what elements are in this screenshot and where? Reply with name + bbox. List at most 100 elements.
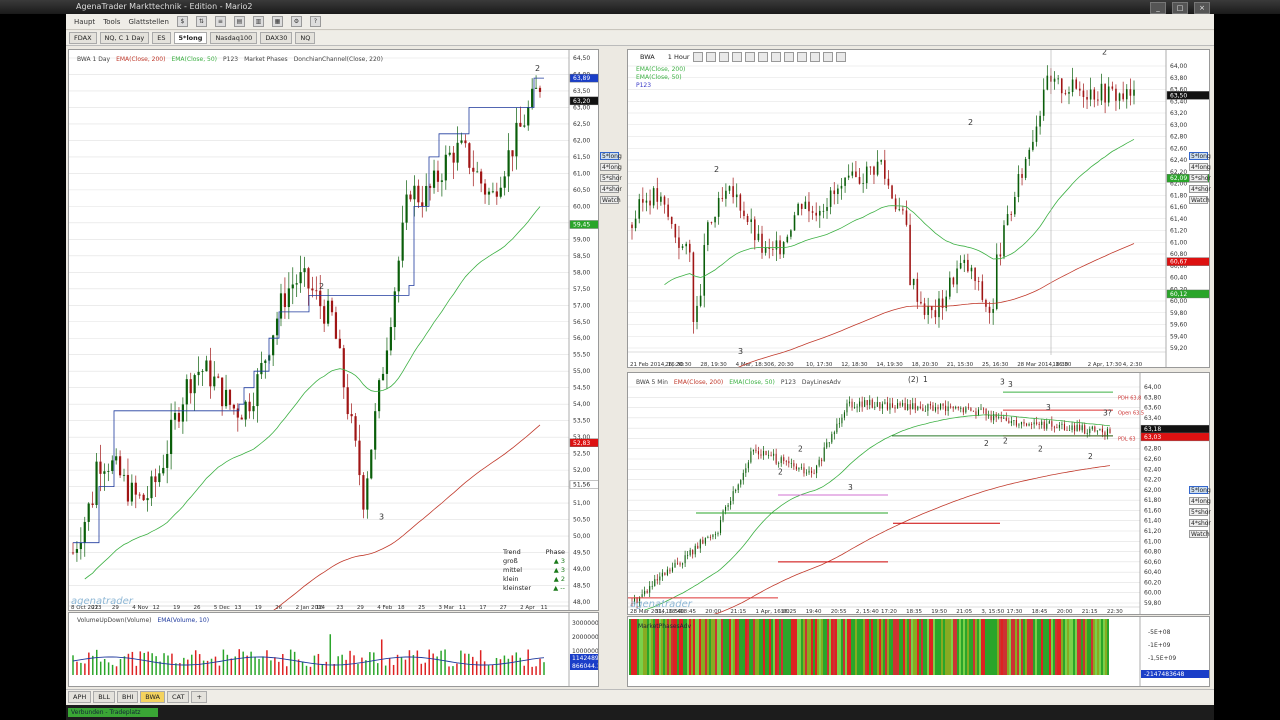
color-icon[interactable] bbox=[809, 52, 820, 62]
fivemin-order-button[interactable]: 4*long bbox=[1189, 497, 1211, 505]
candle-body bbox=[894, 407, 896, 409]
price-axis-label: 55,00 bbox=[573, 368, 590, 375]
marketphase-bar bbox=[863, 619, 865, 675]
daily-chart-pane[interactable]: 64,5064,0063,5063,0062,5062,0061,5061,00… bbox=[68, 49, 599, 611]
hourly-order-button[interactable]: 4*shor bbox=[1189, 185, 1211, 193]
add-tab-button[interactable]: + bbox=[191, 690, 207, 703]
daily-order-button[interactable]: 5*long bbox=[600, 152, 622, 160]
grid-icon[interactable] bbox=[835, 52, 846, 62]
chart-tab-5-long[interactable]: 5*long bbox=[173, 32, 208, 44]
daily-order-button[interactable]: Watch bbox=[600, 196, 621, 204]
hourly-symbol-selector[interactable]: BWA bbox=[640, 53, 655, 61]
candle-body bbox=[1089, 428, 1091, 434]
chart-tab-es[interactable]: ES bbox=[152, 32, 171, 44]
bar-type-icon[interactable] bbox=[744, 52, 755, 62]
daily-order-button[interactable]: 5*shor bbox=[600, 174, 622, 182]
zoom-out-icon[interactable] bbox=[731, 52, 742, 62]
daily-order-button[interactable]: 4*shor bbox=[600, 185, 622, 193]
marketphase-bar bbox=[1041, 619, 1043, 675]
fivemin-order-button[interactable]: 4*shor bbox=[1189, 519, 1211, 527]
account-icon[interactable]: $ bbox=[176, 16, 188, 27]
marketphase-bar bbox=[723, 619, 725, 675]
price-axis-label: 56,00 bbox=[573, 335, 590, 342]
workspace-icon[interactable]: ▦ bbox=[271, 16, 283, 27]
properties-icon[interactable] bbox=[822, 52, 833, 62]
fivemin-chart-pane[interactable]: 64,0063,8063,6063,4063,2063,0062,8062,60… bbox=[627, 372, 1210, 615]
hourly-order-button[interactable]: 5*long bbox=[1189, 152, 1211, 160]
hourly-chart-pane[interactable]: 64,00 63,80 63,60 63,40 63,20 63,00 62,80 62,60… bbox=[627, 49, 1210, 368]
hourly-order-button[interactable]: 4*long bbox=[1189, 163, 1211, 171]
marketphase-bar bbox=[747, 619, 749, 675]
fivemin-order-button[interactable]: 5*long bbox=[1189, 486, 1211, 494]
chart-tab-nasdaq100[interactable]: Nasdaq100 bbox=[210, 32, 258, 44]
menu-item-haupt[interactable]: Haupt bbox=[74, 18, 95, 26]
time-axis-label: 10, 17:30 bbox=[806, 362, 833, 368]
candle-body bbox=[714, 216, 716, 223]
hourly-order-button[interactable]: 5*shor bbox=[1189, 174, 1211, 182]
news-icon[interactable]: ≡ bbox=[214, 16, 226, 27]
maximize-button[interactable]: □ bbox=[1172, 2, 1188, 14]
candle-body bbox=[985, 408, 987, 416]
scanner-icon[interactable]: ▥ bbox=[252, 16, 264, 27]
candle-body bbox=[401, 222, 404, 261]
menu-item-tools[interactable]: Tools bbox=[103, 18, 120, 26]
candle-body bbox=[844, 177, 846, 186]
candle-body bbox=[717, 532, 719, 535]
indicator-icon[interactable] bbox=[757, 52, 768, 62]
volume-pane[interactable]: 3000000 2000000 1000000 1142489 866044.1 Vol… bbox=[68, 612, 599, 687]
instrument-tab-aph[interactable]: APH bbox=[68, 690, 92, 703]
zoom-in-icon[interactable] bbox=[718, 52, 729, 62]
marketphase-bar bbox=[825, 619, 827, 675]
marketphase-bar bbox=[811, 619, 813, 675]
candle-body bbox=[828, 442, 830, 444]
help-icon[interactable]: ? bbox=[309, 16, 321, 27]
time-axis-label: 28, 19:30 bbox=[700, 362, 727, 368]
price-axis-label: 55,50 bbox=[573, 352, 590, 359]
minimize-button[interactable]: _ bbox=[1150, 2, 1166, 14]
candle-body bbox=[495, 191, 498, 197]
marketphase-bar bbox=[813, 619, 815, 675]
hourly-order-button[interactable]: Watch bbox=[1189, 196, 1210, 204]
trend-row-value: ▲ 3 bbox=[553, 557, 565, 565]
candle-body bbox=[730, 501, 732, 506]
candle-body bbox=[1100, 83, 1103, 101]
chart-tab-fdax[interactable]: FDAX bbox=[69, 32, 97, 44]
marketphase-bar bbox=[1023, 619, 1025, 675]
marketphase-pane[interactable]: -5E+08 -1E+09 -1,5E+09 -2147483648 MarketPh… bbox=[627, 616, 1210, 687]
time-axis-label: 19 bbox=[173, 605, 180, 611]
hourly-timeframe-selector[interactable]: 1 Hour bbox=[668, 53, 690, 61]
tools-icon[interactable]: ⚙ bbox=[290, 16, 302, 27]
candle-body bbox=[674, 562, 676, 568]
daily-order-button[interactable]: 4*long bbox=[600, 163, 622, 171]
candle-body bbox=[334, 312, 338, 339]
drawing-icon[interactable] bbox=[770, 52, 781, 62]
instrument-tab-cat[interactable]: CAT bbox=[166, 690, 190, 703]
chart-tab-nq[interactable]: NQ bbox=[295, 32, 316, 44]
price-tag-label: 52,83 bbox=[573, 440, 590, 447]
fivemin-order-button[interactable]: Watch bbox=[1189, 530, 1210, 538]
status-bar: Verbunden - Tradeplatz bbox=[66, 705, 1214, 720]
candle-body bbox=[798, 467, 800, 470]
fivemin-header-p123: P123 bbox=[780, 379, 796, 386]
candle-body bbox=[950, 406, 952, 408]
print-icon[interactable] bbox=[796, 52, 807, 62]
chart-icon[interactable]: ▤ bbox=[233, 16, 245, 27]
fivemin-order-button[interactable]: 5*shor bbox=[1189, 508, 1211, 516]
candle-body bbox=[959, 263, 962, 269]
pencil-icon[interactable] bbox=[692, 52, 703, 62]
close-button[interactable]: × bbox=[1194, 2, 1210, 14]
instrument-tab-bhi[interactable]: BHI bbox=[116, 690, 139, 703]
instrument-tab-bwa[interactable]: BWA bbox=[140, 690, 165, 703]
candle-body bbox=[687, 555, 689, 556]
crosshair-icon[interactable] bbox=[705, 52, 716, 62]
candle-body bbox=[472, 167, 475, 172]
marketphase-bar bbox=[835, 619, 837, 675]
chart-tab-nq-c-1-day[interactable]: NQ, C 1 Day bbox=[99, 32, 150, 44]
menu-item-glattstellen[interactable]: Glattstellen bbox=[128, 18, 168, 26]
marketphase-bar bbox=[915, 619, 917, 675]
order-icon[interactable]: ⇅ bbox=[195, 16, 207, 27]
candle-body bbox=[703, 245, 706, 296]
chart-tab-dax30[interactable]: DAX30 bbox=[260, 32, 293, 44]
save-icon[interactable] bbox=[783, 52, 794, 62]
instrument-tab-bll[interactable]: BLL bbox=[93, 690, 115, 703]
